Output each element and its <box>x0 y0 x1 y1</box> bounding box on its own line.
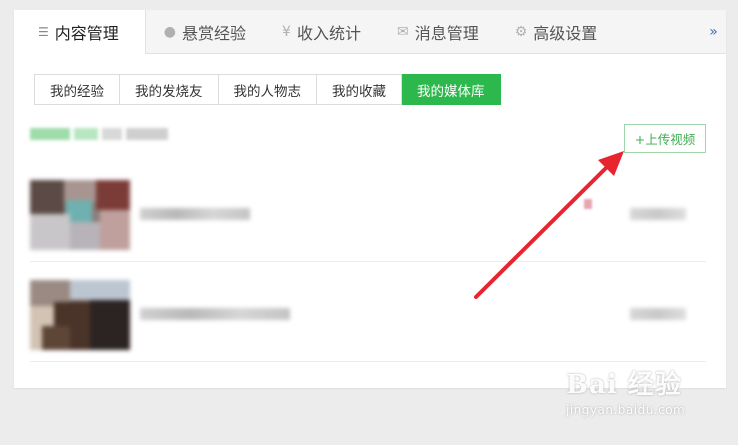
tab-income-statistics[interactable]: ¥ 收入统计 <box>264 10 379 53</box>
content-panel: ☰ 内容管理 ● 悬赏经验 ¥ 收入统计 ✉ 消息管理 ⚙ 高级设置 » 我的经… <box>14 10 726 388</box>
media-list-item[interactable] <box>30 272 706 362</box>
tab-label: 消息管理 <box>414 23 479 43</box>
watermark-logo: Bai 经验 <box>566 370 682 400</box>
tab-message-management[interactable]: ✉ 消息管理 <box>379 10 497 53</box>
main-tab-bar: ☰ 内容管理 ● 悬赏经验 ¥ 收入统计 ✉ 消息管理 ⚙ 高级设置 » <box>14 10 726 54</box>
reward-icon: ● <box>163 23 176 40</box>
blurred-video-title <box>140 208 250 220</box>
subtab-my-fans[interactable]: 我的发烧友 <box>120 74 219 105</box>
subtab-my-favorites[interactable]: 我的收藏 <box>317 74 402 105</box>
mail-icon: ✉ <box>396 23 409 40</box>
subtab-my-profiles[interactable]: 我的人物志 <box>218 74 317 105</box>
upload-video-button[interactable]: +上传视频 <box>624 124 706 153</box>
blurred-video-meta <box>630 208 686 220</box>
blurred-video-title <box>140 308 290 320</box>
blurred-section-heading <box>30 128 170 142</box>
baidu-watermark: Bai 经验 jingyan.baidu.com <box>566 364 716 434</box>
gear-icon: ⚙ <box>514 23 528 40</box>
subtab-my-experience[interactable]: 我的经验 <box>34 74 120 105</box>
tab-label: 收入统计 <box>296 23 361 43</box>
yen-icon: ¥ <box>282 23 291 40</box>
tabs-more-chevron-icon[interactable]: » <box>698 10 726 53</box>
tab-advanced-settings[interactable]: ⚙ 高级设置 <box>497 10 616 53</box>
subtab-my-media-library[interactable]: 我的媒体库 <box>402 74 501 105</box>
status-marker <box>584 199 592 209</box>
video-thumbnail[interactable] <box>30 180 130 250</box>
video-thumbnail[interactable] <box>30 280 130 350</box>
tab-label: 悬赏经验 <box>182 23 247 43</box>
blurred-video-meta <box>630 308 686 320</box>
list-icon: ☰ <box>38 25 49 39</box>
media-list-item[interactable] <box>30 172 706 262</box>
watermark-url: jingyan.baidu.com <box>566 403 686 417</box>
tab-label: 内容管理 <box>54 24 119 43</box>
tab-label: 高级设置 <box>533 23 598 43</box>
tab-reward-experience[interactable]: ● 悬赏经验 <box>146 10 264 53</box>
sub-tab-bar: 我的经验 我的发烧友 我的人物志 我的收藏 我的媒体库 <box>34 74 501 105</box>
tab-content-management[interactable]: ☰ 内容管理 <box>14 10 146 54</box>
